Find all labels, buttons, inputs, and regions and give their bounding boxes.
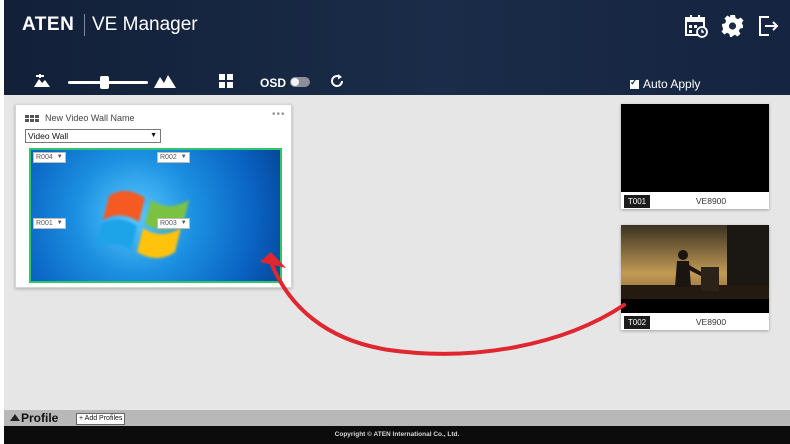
profile-label[interactable]: Profile xyxy=(21,411,58,425)
footer-bar: Copyright © ATEN International Co., Ltd. xyxy=(4,426,790,444)
profile-bar: Profile + Add Profiles xyxy=(4,410,790,426)
drag-arrow-annotation xyxy=(260,252,626,356)
app-window: ATEN VE Manager OSD ✓ Auto Apply New Vid… xyxy=(4,0,790,444)
add-profiles-button[interactable]: + Add Profiles xyxy=(76,413,126,425)
copyright-text: Copyright © ATEN International Co., Ltd. xyxy=(334,431,460,438)
expand-triangle-icon[interactable] xyxy=(10,414,20,421)
